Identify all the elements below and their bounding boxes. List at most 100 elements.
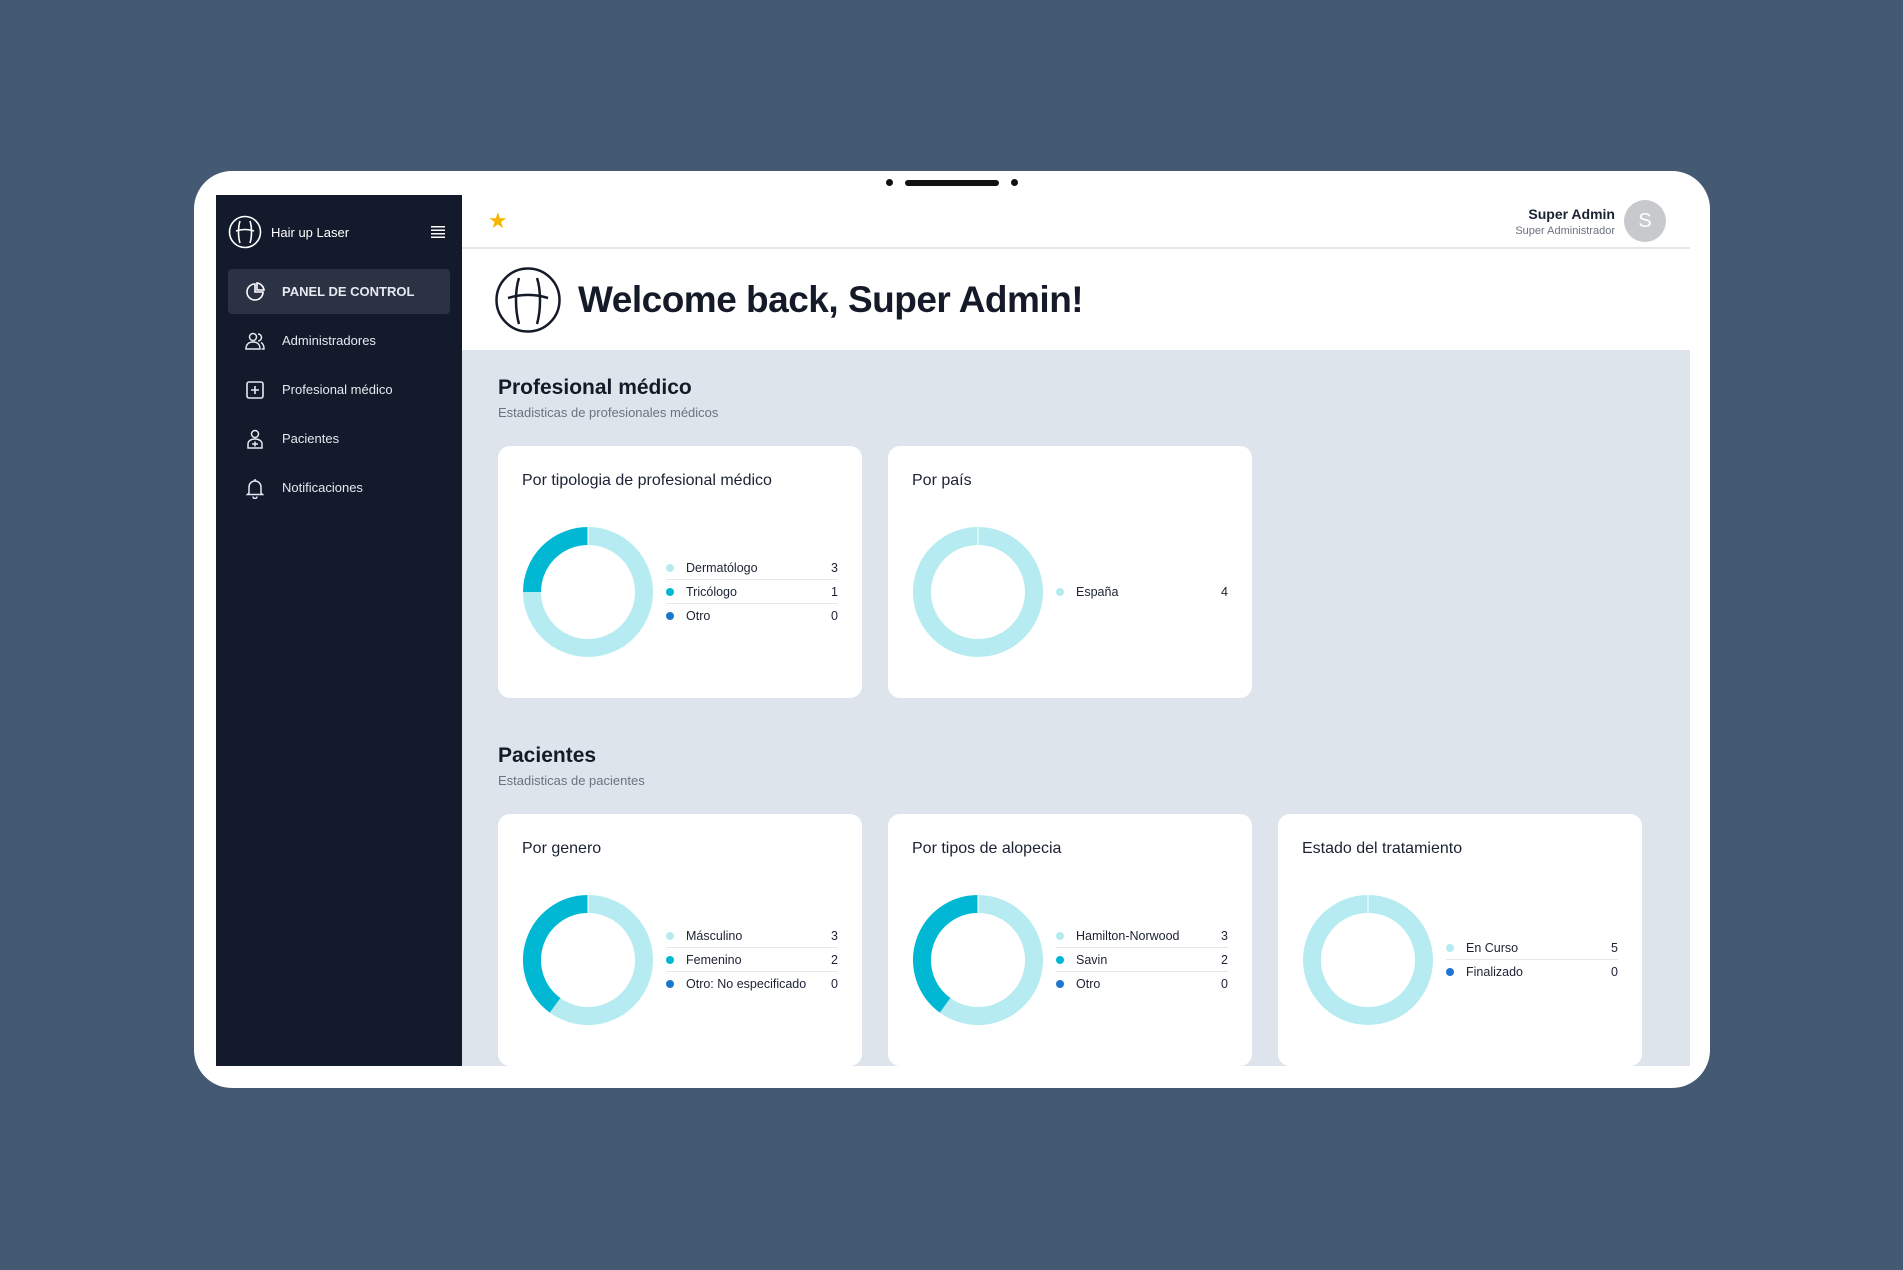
card-title: Por país <box>912 472 972 489</box>
dashboard-content: Profesional médico Estadisticas de profe… <box>462 350 1690 1066</box>
legend-dot <box>666 931 674 940</box>
donut-chart <box>523 527 653 657</box>
user-name: Super Admin <box>1528 205 1615 222</box>
main-content: ★ Super Admin Super Administrador S Welc… <box>462 195 1690 1066</box>
donut-slice-en-curso <box>1303 895 1433 1025</box>
legend-item-otro: Otro 0 <box>666 604 838 628</box>
users-icon <box>245 332 265 350</box>
card-title: Por genero <box>522 840 602 857</box>
legend-label: Savin <box>1076 952 1108 967</box>
favorite-star-icon[interactable]: ★ <box>488 208 508 234</box>
legend-item-otro-no-especificado: Otro: No especificado 0 <box>666 972 838 996</box>
legend-value: 0 <box>1221 977 1228 991</box>
legend-value: 4 <box>1221 585 1228 599</box>
card-title: Por tipologia de profesional médico <box>522 472 772 489</box>
tablet-frame: Hair up Laser PANEL DE CONTROL Administr… <box>194 171 1710 1088</box>
legend-item-hamilton-norwood: Hamilton-Norwood 3 <box>1056 924 1228 948</box>
menu-toggle-button[interactable] <box>426 220 450 244</box>
brand: Hair up Laser <box>216 195 462 269</box>
section-profesional-medico: Profesional médico Estadisticas de profe… <box>498 376 1654 698</box>
donut-slice-femenino <box>523 895 589 1013</box>
section-title: Profesional médico <box>498 376 692 399</box>
legend-label: Finalizado <box>1466 965 1523 979</box>
legend-dot <box>1446 943 1454 952</box>
legend-item-espana: España 4 <box>1056 580 1228 604</box>
card-body: España 4 <box>912 526 1228 658</box>
legend-value: 1 <box>831 584 838 599</box>
sidebar-item-label: PANEL DE CONTROL <box>282 284 415 299</box>
legend-label: Tricólogo <box>686 584 737 599</box>
section-pacientes: Pacientes Estadisticas de pacientes Por … <box>498 744 1654 1066</box>
legend-item-otro: Otro 0 <box>1056 972 1228 996</box>
chart-legend: Másculino 3 Femenino 2 Otro: No especificado… <box>666 924 838 996</box>
chart-legend: Dermatólogo 3 Tricólogo 1 Otro 0 <box>666 556 838 628</box>
app-screen: Hair up Laser PANEL DE CONTROL Administr… <box>216 195 1690 1066</box>
legend-label: Otro <box>1076 977 1101 991</box>
hamburger-icon <box>431 226 445 238</box>
card-title: Por tipos de alopecia <box>912 840 1062 857</box>
legend-label: Otro <box>686 609 711 623</box>
legend-dot <box>666 955 674 964</box>
donut-slice-espana <box>913 527 1043 657</box>
user-role: Super Administrador <box>1515 224 1615 237</box>
sensor-dot <box>1011 179 1018 186</box>
user-info: Super Admin Super Administrador <box>1515 206 1615 237</box>
camera-dot <box>886 179 893 186</box>
donut-chart <box>913 895 1043 1025</box>
card-body: En Curso 5 Finalizado 0 <box>1302 894 1618 1026</box>
sidebar-item-label: Notificaciones <box>282 480 363 495</box>
sidebar-item-notificaciones[interactable]: Notificaciones <box>228 465 450 510</box>
legend-item-finalizado: Finalizado 0 <box>1446 960 1618 984</box>
sidebar-item-panel-de-control[interactable]: PANEL DE CONTROL <box>228 269 450 314</box>
card-body: Hamilton-Norwood 3 Savin 2 Otro 0 <box>912 894 1228 1026</box>
legend-label: España <box>1076 585 1119 599</box>
stat-card-por-tipologia-de-profesional-medico: Por tipologia de profesional médico Derma… <box>498 446 862 698</box>
legend-value: 2 <box>1221 952 1228 967</box>
brand-logo-icon <box>228 215 262 249</box>
donut-slice-tricologo <box>523 527 589 593</box>
legend-value: 3 <box>831 928 838 943</box>
user-menu[interactable]: Super Admin Super Administrador S <box>1515 200 1666 243</box>
donut-chart <box>1303 895 1433 1025</box>
legend-value: 0 <box>1611 965 1618 979</box>
legend-dot <box>666 563 674 572</box>
legend-value: 3 <box>831 560 838 575</box>
sidebar-item-label: Administradores <box>282 333 376 348</box>
legend-dot <box>1446 968 1454 976</box>
legend-label: Dermatólogo <box>686 560 758 575</box>
section-subtitle: Estadisticas de pacientes <box>498 773 645 788</box>
legend-value: 0 <box>831 609 838 623</box>
legend-item-tricologo: Tricólogo 1 <box>666 580 838 604</box>
sidebar-item-pacientes[interactable]: Pacientes <box>228 416 450 461</box>
chart-legend: En Curso 5 Finalizado 0 <box>1446 936 1618 984</box>
section-title: Pacientes <box>498 744 597 767</box>
sidebar-nav: PANEL DE CONTROL Administradores Profesi… <box>216 269 462 510</box>
cards-row: Por genero Másculino 3 Femenino 2 Otro: No es… <box>498 814 1654 1066</box>
sidebar-item-administradores[interactable]: Administradores <box>228 318 450 363</box>
chart-legend: España 4 <box>1056 580 1228 604</box>
card-body: Másculino 3 Femenino 2 Otro: No especificado… <box>522 894 838 1026</box>
bell-icon <box>245 478 265 499</box>
legend-item-masculino: Másculino 3 <box>666 924 838 948</box>
donut-chart <box>523 895 653 1025</box>
sidebar-item-label: Pacientes <box>282 431 340 446</box>
legend-value: 2 <box>831 952 838 967</box>
chart-legend: Hamilton-Norwood 3 Savin 2 Otro 0 <box>1056 924 1228 996</box>
stat-card-estado-del-tratamiento: Estado del tratamiento En Curso 5 Finalizad… <box>1278 814 1642 1066</box>
sidebar: Hair up Laser PANEL DE CONTROL Administr… <box>216 195 462 1066</box>
brand-logo-icon <box>495 266 561 333</box>
stat-card-por-tipos-de-alopecia: Por tipos de alopecia Hamilton-Norwood 3 Sa… <box>888 814 1252 1066</box>
donut-chart <box>913 527 1043 657</box>
card-title: Estado del tratamiento <box>1302 840 1463 857</box>
sidebar-item-profesional-medico[interactable]: Profesional médico <box>228 367 450 412</box>
page-title: Welcome back, Super Admin! <box>578 278 1084 320</box>
card-body: Dermatólogo 3 Tricólogo 1 Otro 0 <box>522 526 838 658</box>
legend-item-en-curso: En Curso 5 <box>1446 936 1618 960</box>
pie-chart-icon <box>246 281 265 301</box>
legend-dot <box>666 587 674 596</box>
donut-slice-savin <box>913 895 979 1013</box>
avatar[interactable]: S <box>1624 200 1666 243</box>
legend-dot <box>666 980 674 988</box>
legend-value: 0 <box>831 977 838 991</box>
legend-item-savin: Savin 2 <box>1056 948 1228 972</box>
